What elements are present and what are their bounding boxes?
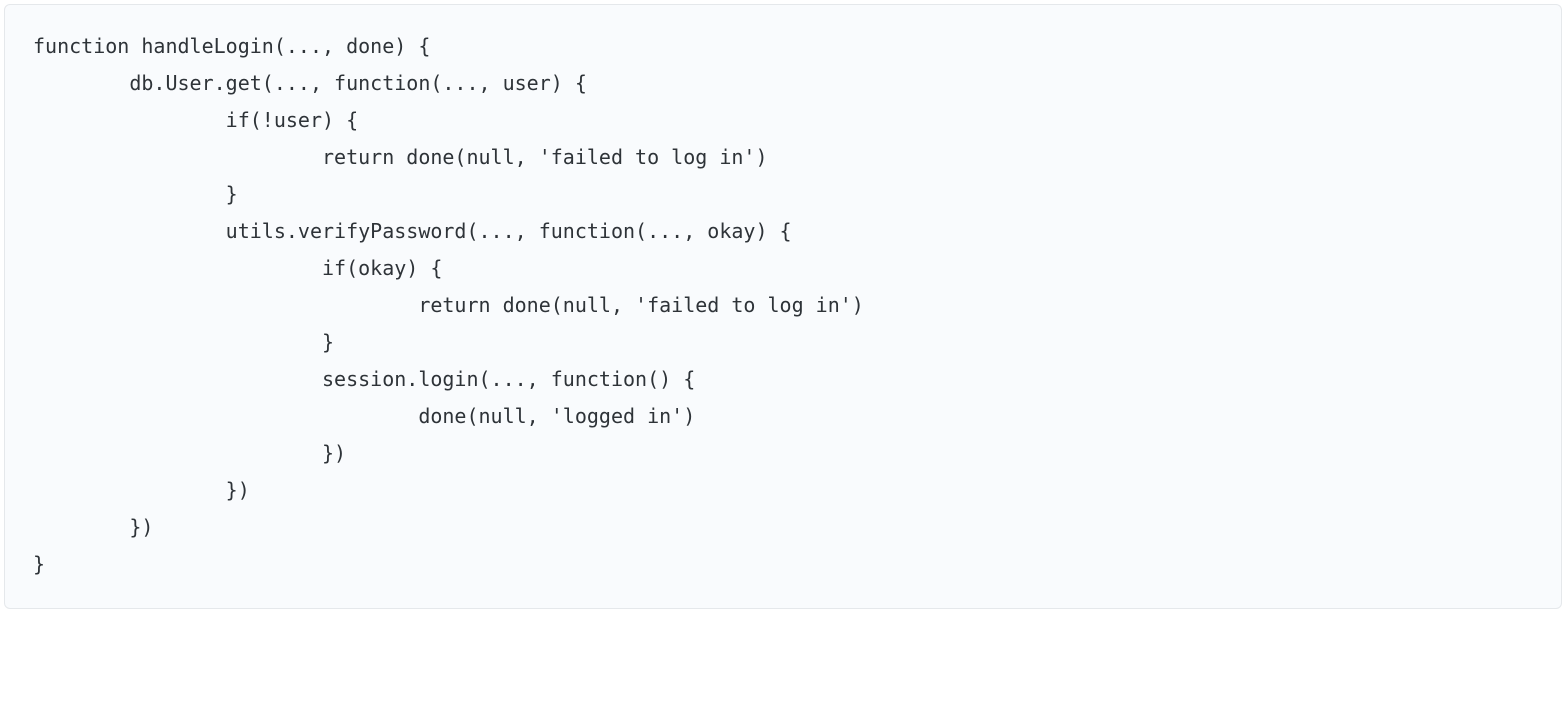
code-content: function handleLogin(..., done) { db.Use… bbox=[33, 34, 864, 576]
code-block: function handleLogin(..., done) { db.Use… bbox=[4, 4, 1562, 609]
